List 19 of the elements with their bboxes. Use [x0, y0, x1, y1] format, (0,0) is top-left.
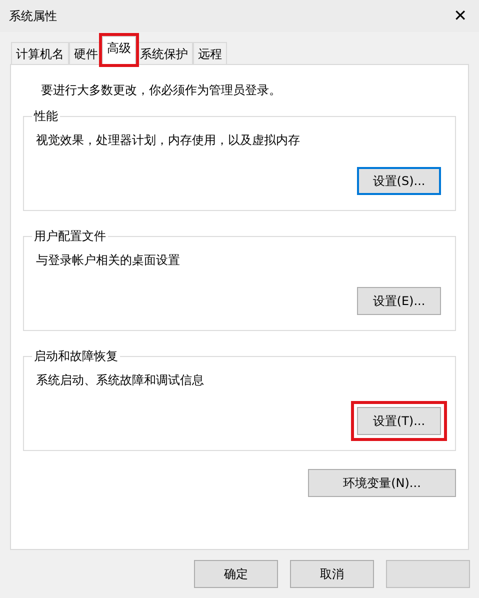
settings-button[interactable]: 设置(T)...: [357, 407, 441, 435]
settings-button[interactable]: 设置(S)...: [357, 167, 441, 195]
close-button[interactable]: ✕: [454, 4, 467, 28]
admin-notice: 要进行大多数更改，你必须作为管理员登录。: [41, 82, 282, 99]
group-description: 系统启动、系统故障和调试信息: [36, 372, 205, 389]
dialog-button[interactable]: 确定: [194, 560, 278, 588]
dialog-button[interactable]: [386, 560, 470, 588]
window-title: 系统属性: [9, 8, 57, 25]
group-title: 性能: [32, 108, 59, 125]
tab[interactable]: 计算机名: [11, 42, 69, 64]
group-description: 视觉效果，处理器计划，内存使用，以及虚拟内存: [36, 132, 301, 149]
environment-variables-button[interactable]: 环境变量(N)...: [308, 469, 456, 497]
settings-button[interactable]: 设置(E)...: [357, 287, 441, 315]
dialog-button[interactable]: 取消: [290, 560, 374, 588]
tab[interactable]: 远程: [193, 42, 227, 64]
group-description: 与登录帐户相关的桌面设置: [36, 252, 181, 269]
tab[interactable]: 高级: [102, 36, 136, 64]
group-title: 用户配置文件: [33, 228, 107, 245]
group-title: 启动和故障恢复: [33, 348, 119, 365]
